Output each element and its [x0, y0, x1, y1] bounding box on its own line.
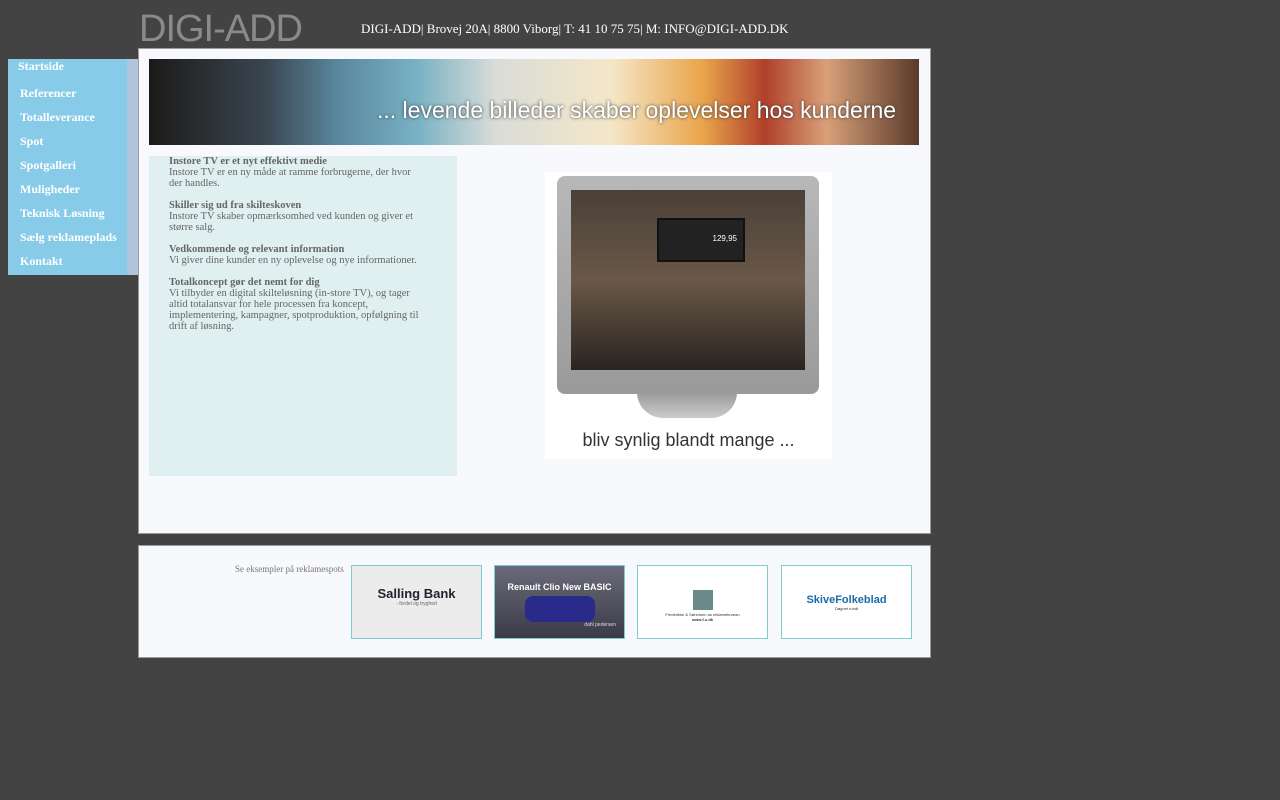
section-body: Vi tilbyder en digital skilteløsning (in… — [169, 288, 419, 332]
section-title: Vedkommende og relevant information — [169, 244, 345, 255]
thumb-title: SkiveFolkeblad — [806, 594, 887, 606]
nav-saelg-reklameplads[interactable]: Sælg reklameplads — [8, 225, 127, 249]
thumb-title: Renault Clio New BASIC — [507, 582, 612, 592]
footer-panel: Se eksempler på reklamespots Salling Ban… — [138, 545, 931, 658]
tv-price: 129,95 — [712, 234, 737, 243]
spot-thumb-fs[interactable]: Frederikke & Sørensen as reklamebureau w… — [637, 565, 768, 639]
banner-text: ... levende billeder skaber oplevelser h… — [377, 97, 897, 123]
section: Instore TV er et nyt effektivt medie Inst… — [169, 156, 419, 189]
nav-spotgalleri[interactable]: Spotgalleri — [8, 153, 127, 177]
banner-image: ... levende billeder skaber oplevelser h… — [149, 59, 919, 145]
nav-kontakt[interactable]: Kontakt — [8, 249, 127, 273]
nav-muligheder[interactable]: Muligheder — [8, 177, 127, 201]
thumb-sub: www.f-s.dk — [692, 617, 713, 622]
spots-label: Se eksempler på reklamespots — [235, 564, 344, 574]
section-title: Totalkoncept gør det nemt for dig — [169, 277, 320, 288]
section-title: Skiller sig ud fra skilteskoven — [169, 200, 302, 211]
logo[interactable]: DIGI-ADD — [139, 8, 303, 51]
section-title: Instore TV er et nyt effektivt medie — [169, 156, 327, 167]
nav-referencer[interactable]: Referencer — [8, 81, 127, 105]
tv-caption: bliv synlig blandt mange ... — [582, 430, 795, 450]
section: Vedkommende og relevant information Vi gi… — [169, 244, 419, 266]
section-body: Vi giver dine kunder en ny oplevelse og … — [169, 255, 417, 266]
nav-totalleverance[interactable]: Totalleverance — [8, 105, 127, 129]
nav-spot[interactable]: Spot — [8, 129, 127, 153]
thumb-sub: - fordel og tryghed — [396, 601, 437, 607]
section: Skiller sig ud fra skilteskoven Instore T… — [169, 200, 419, 233]
thumb-sub: dahl pedersen — [584, 622, 616, 628]
section: Totalkoncept gør det nemt for dig Vi tilb… — [169, 277, 419, 332]
tv-image: 129,95 bliv synlig blandt mange ... — [545, 172, 832, 459]
tv-monitor: 129,95 — [557, 176, 819, 394]
contact-info: DIGI-ADD| Brovej 20A| 8800 Viborg| T: 41… — [361, 21, 789, 36]
spot-thumb-salling[interactable]: Salling Bank - fordel og tryghed — [351, 565, 482, 639]
info-textbox: Instore TV er et nyt effektivt medie Inst… — [149, 156, 457, 476]
nav-teknisk-losning[interactable]: Teknisk Løsning — [8, 201, 127, 225]
spot-thumb-skive[interactable]: SkiveFolkeblad Døgnet rundt — [781, 565, 912, 639]
tv-stand — [637, 392, 737, 418]
section-body: Instore TV skaber opmærksomhed ved kunde… — [169, 211, 413, 233]
main-panel: ... levende billeder skaber oplevelser h… — [138, 48, 931, 534]
nav-startside[interactable]: Startside — [8, 59, 127, 81]
thumb-sub: Døgnet rundt — [834, 606, 859, 611]
spot-thumb-renault[interactable]: Renault Clio New BASIC dahl pedersen — [494, 565, 625, 639]
sidebar-nav: Startside Referencer Totalleverance Spot… — [8, 59, 138, 275]
thumb-title: Salling Bank — [377, 586, 456, 601]
section-body: Instore TV er en ny måde at ramme forbru… — [169, 167, 411, 189]
